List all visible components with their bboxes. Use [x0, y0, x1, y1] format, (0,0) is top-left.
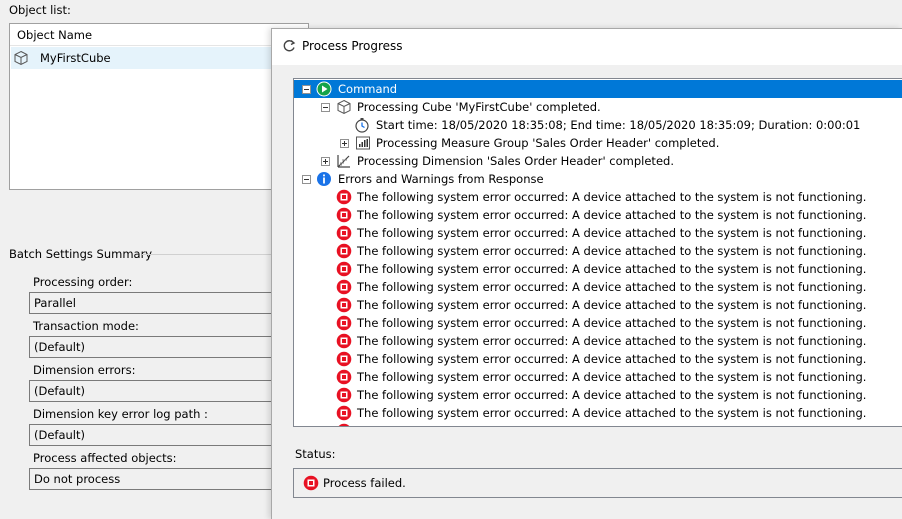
error-item-partial[interactable]	[294, 422, 902, 426]
error-icon	[336, 405, 352, 421]
error-icon	[336, 387, 352, 403]
errors-header-text: Errors and Warnings from Response	[338, 172, 544, 186]
error-icon	[336, 189, 352, 205]
window-title: Process Progress	[302, 39, 403, 53]
cube-processing-text: Processing Cube 'MyFirstCube' completed.	[357, 100, 601, 114]
error-text: The following system error occurred: A d…	[357, 262, 867, 276]
dimension-key-error-log-path-label: Dimension key error log path :	[33, 407, 208, 421]
dimension-icon	[337, 155, 350, 168]
error-item[interactable]: The following system error occurred: A d…	[294, 278, 902, 296]
expand-toggle[interactable]	[321, 157, 330, 166]
error-icon	[336, 297, 352, 313]
error-text: The following system error occurred: A d…	[357, 226, 867, 240]
collapse-toggle[interactable]	[302, 85, 311, 94]
object-name: MyFirstCube	[40, 51, 111, 65]
status-label: Status:	[295, 447, 336, 461]
error-item[interactable]: The following system error occurred: A d…	[294, 188, 902, 206]
error-icon	[336, 243, 352, 259]
command-label: Command	[338, 82, 398, 96]
error-icon	[336, 207, 352, 223]
error-item[interactable]: The following system error occurred: A d…	[294, 206, 902, 224]
error-icon	[336, 261, 352, 277]
error-text: The following system error occurred: A d…	[357, 352, 867, 366]
error-text: The following system error occurred: A d…	[357, 370, 867, 384]
dimension-errors-field[interactable]: (Default)	[29, 380, 274, 402]
info-icon	[317, 172, 331, 186]
error-text: The following system error occurred: A d…	[357, 406, 867, 420]
error-text: The following system error occurred: A d…	[357, 298, 867, 312]
error-icon	[303, 475, 319, 491]
object-list-label: Object list:	[9, 3, 71, 17]
process-progress-window: Process Progress Command Processing Cube…	[271, 28, 902, 519]
error-item[interactable]: The following system error occurred: A d…	[294, 368, 902, 386]
error-text: The following system error occurred: A d…	[357, 316, 867, 330]
error-text: The following system error occurred: A d…	[357, 334, 867, 348]
clock-icon	[355, 118, 369, 133]
error-text: The following system error occurred: A d…	[357, 280, 867, 294]
refresh-icon	[283, 39, 296, 52]
error-icon	[336, 369, 352, 385]
tree-node-cube[interactable]: Processing Cube 'MyFirstCube' completed.	[294, 98, 902, 116]
error-text: The following system error occurred: A d…	[357, 208, 867, 222]
dimension-key-error-log-path-field[interactable]: (Default)	[29, 424, 274, 446]
error-icon	[336, 333, 352, 349]
processing-order-field[interactable]: Parallel	[29, 292, 274, 314]
error-item[interactable]: The following system error occurred: A d…	[294, 350, 902, 368]
measure-group-text: Processing Measure Group 'Sales Order He…	[376, 136, 720, 150]
tree-node-dimension[interactable]: Processing Dimension 'Sales Order Header…	[294, 152, 902, 170]
error-icon	[336, 225, 352, 241]
error-icon	[336, 279, 352, 295]
cube-icon	[337, 99, 351, 115]
tree-node-command[interactable]: Command	[294, 80, 902, 98]
tree-node-measure-group[interactable]: Processing Measure Group 'Sales Order He…	[294, 134, 902, 152]
batch-settings-title: Batch Settings Summary	[9, 247, 153, 261]
error-text: The following system error occurred: A d…	[357, 244, 867, 258]
processing-order-label: Processing order:	[33, 275, 133, 289]
window-title-bar[interactable]: Process Progress	[272, 29, 902, 65]
error-item[interactable]: The following system error occurred: A d…	[294, 314, 902, 332]
error-item[interactable]: The following system error occurred: A d…	[294, 224, 902, 242]
transaction-mode-label: Transaction mode:	[33, 319, 139, 333]
transaction-mode-field[interactable]: (Default)	[29, 336, 274, 358]
timing-text: Start time: 18/05/2020 18:35:08; End tim…	[376, 118, 861, 132]
error-icon	[336, 351, 352, 367]
error-item[interactable]: The following system error occurred: A d…	[294, 404, 902, 422]
collapse-toggle[interactable]	[302, 175, 311, 184]
expand-toggle[interactable]	[340, 139, 349, 148]
dimension-errors-label: Dimension errors:	[33, 363, 136, 377]
group-divider	[142, 254, 272, 255]
play-icon	[316, 81, 332, 97]
object-list[interactable]: Object Name MyFirstCube	[9, 23, 309, 190]
tree-node-errors[interactable]: Errors and Warnings from Response	[294, 170, 902, 188]
collapse-toggle[interactable]	[321, 103, 330, 112]
object-row[interactable]: MyFirstCube	[11, 47, 307, 69]
error-item[interactable]: The following system error occurred: A d…	[294, 386, 902, 404]
error-icon	[338, 423, 350, 426]
error-item[interactable]: The following system error occurred: A d…	[294, 332, 902, 350]
dimension-text: Processing Dimension 'Sales Order Header…	[357, 154, 674, 168]
tree-node-timing[interactable]: Start time: 18/05/2020 18:35:08; End tim…	[294, 116, 902, 134]
error-icon	[336, 315, 352, 331]
error-item[interactable]: The following system error occurred: A d…	[294, 260, 902, 278]
cube-icon	[14, 50, 28, 66]
error-item[interactable]: The following system error occurred: A d…	[294, 242, 902, 260]
bar-chart-icon	[356, 136, 370, 150]
error-text: The following system error occurred: A d…	[357, 388, 867, 402]
status-text: Process failed.	[323, 476, 406, 490]
object-name-column-header[interactable]: Object Name	[10, 24, 308, 46]
error-text: The following system error occurred: A d…	[357, 190, 867, 204]
status-box: Process failed.	[293, 468, 902, 498]
process-affected-objects-label: Process affected objects:	[33, 451, 177, 465]
error-item[interactable]: The following system error occurred: A d…	[294, 296, 902, 314]
progress-tree[interactable]: Command Processing Cube 'MyFirstCube' co…	[293, 78, 902, 427]
process-affected-objects-field[interactable]: Do not process	[29, 468, 274, 490]
